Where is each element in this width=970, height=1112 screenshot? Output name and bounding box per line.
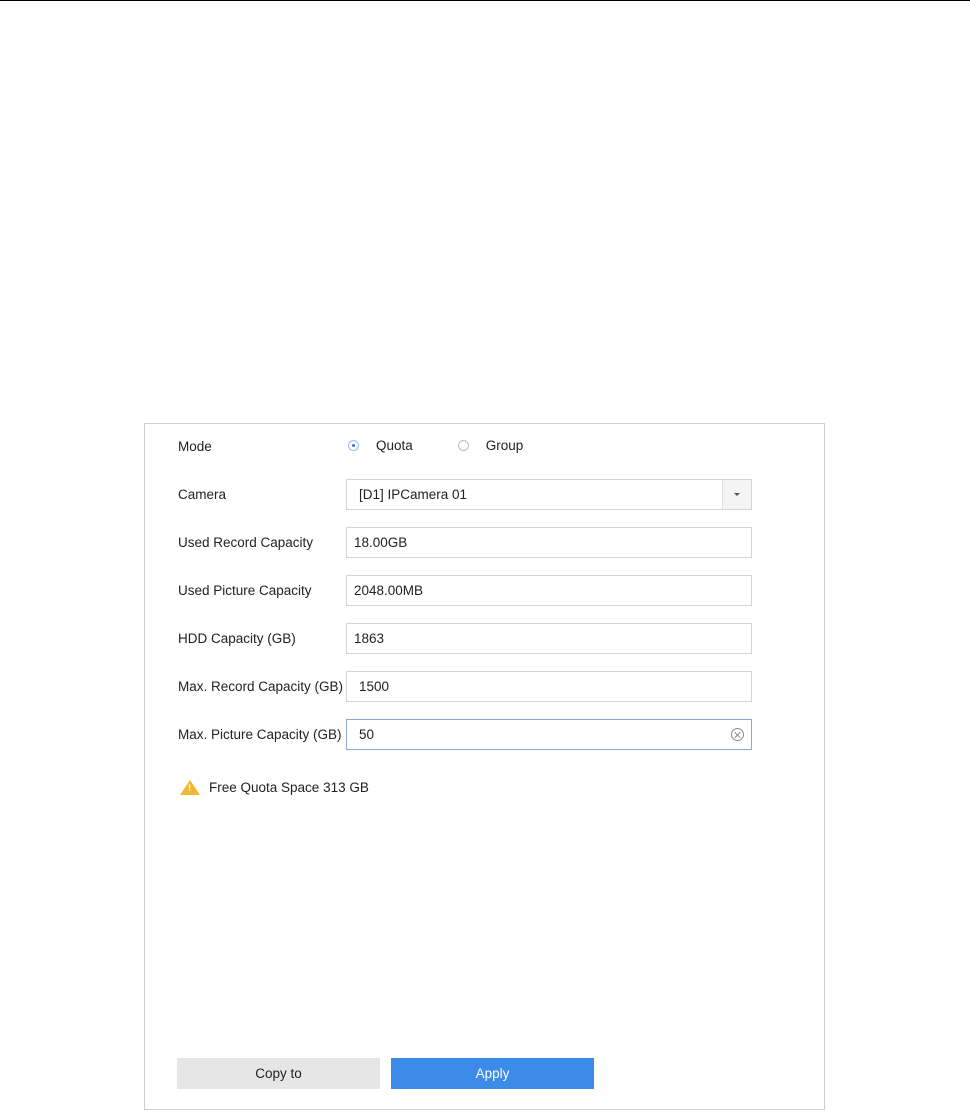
hdd-capacity-value: 1863 xyxy=(354,631,385,646)
top-divider xyxy=(0,0,970,1)
used-picture-capacity-value: 2048.00MB xyxy=(354,583,424,598)
used-picture-capacity-field: 2048.00MB xyxy=(346,575,752,606)
hdd-capacity-label: HDD Capacity (GB) xyxy=(178,631,296,646)
free-quota-warning: Free Quota Space 313 GB xyxy=(180,780,369,795)
mode-label: Mode xyxy=(178,439,212,454)
mode-group-label: Group xyxy=(485,438,524,453)
storage-quota-panel: Mode Quota Group Camera [D1] IPCamera 01… xyxy=(144,423,825,1110)
mode-group-radio[interactable]: Group xyxy=(457,438,524,453)
mode-quota-label: Quota xyxy=(376,438,413,453)
mode-quota-radio[interactable]: Quota xyxy=(348,438,413,453)
used-record-capacity-field: 18.00GB xyxy=(346,527,752,558)
camera-select[interactable]: [D1] IPCamera 01 xyxy=(346,479,752,510)
copy-to-button[interactable]: Copy to xyxy=(177,1058,380,1089)
camera-label: Camera xyxy=(178,487,227,502)
camera-select-value: [D1] IPCamera 01 xyxy=(359,487,468,502)
used-record-capacity-label: Used Record Capacity xyxy=(178,535,314,550)
used-record-capacity-value: 18.00GB xyxy=(354,535,408,550)
max-picture-capacity-label: Max. Picture Capacity (GB) xyxy=(178,727,342,742)
chevron-down-icon[interactable] xyxy=(722,480,751,509)
max-picture-capacity-value: 50 xyxy=(359,727,375,742)
max-record-capacity-value: 1500 xyxy=(359,679,390,694)
max-record-capacity-input[interactable]: 1500 xyxy=(346,671,752,702)
free-quota-text: Free Quota Space 313 GB xyxy=(209,780,369,795)
used-picture-capacity-label: Used Picture Capacity xyxy=(178,583,312,598)
hdd-capacity-field: 1863 xyxy=(346,623,752,654)
warning-icon xyxy=(180,780,200,795)
apply-button[interactable]: Apply xyxy=(391,1058,594,1089)
radio-checked-icon xyxy=(348,440,359,451)
mode-radio-group: Quota Group xyxy=(348,438,523,453)
clear-input-icon[interactable] xyxy=(731,728,744,741)
max-record-capacity-label: Max. Record Capacity (GB) xyxy=(178,679,344,694)
max-picture-capacity-input[interactable]: 50 xyxy=(346,719,752,750)
radio-unchecked-icon xyxy=(457,440,469,451)
